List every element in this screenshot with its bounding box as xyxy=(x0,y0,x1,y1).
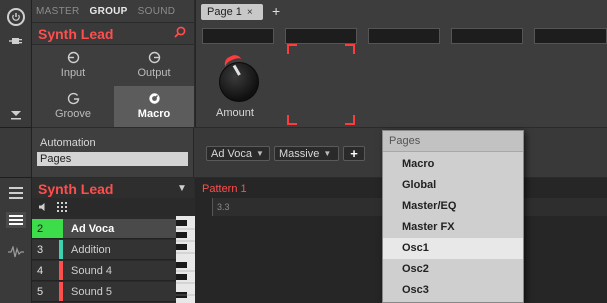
input-label: Input xyxy=(60,67,86,79)
sound-number: 4 xyxy=(37,264,44,277)
automation-pages-field[interactable]: Pages xyxy=(37,152,188,166)
add-plugin-button[interactable]: + xyxy=(343,146,365,161)
sound-number: 3 xyxy=(37,243,44,256)
tab-page-1[interactable]: Page 1 × xyxy=(201,4,263,20)
strip-divider xyxy=(0,127,32,128)
menu-item-global[interactable]: Global xyxy=(383,175,523,196)
channel-tabs: MASTER GROUP SOUND xyxy=(32,0,194,22)
input-icon xyxy=(67,51,80,67)
tab-master[interactable]: MASTER xyxy=(36,6,79,17)
group-header: Synth Lead xyxy=(32,22,194,44)
collapse-icon[interactable] xyxy=(8,108,24,122)
waveform-icon[interactable] xyxy=(7,245,25,259)
amount-label: Amount xyxy=(216,107,254,119)
menu-item-osc1[interactable]: Osc1 xyxy=(383,238,523,259)
selection-corner xyxy=(287,115,297,125)
search-icon[interactable] xyxy=(174,26,186,41)
sound-row[interactable]: 5 Sound 5 xyxy=(32,282,194,302)
macro-button[interactable]: Macro xyxy=(114,86,194,127)
tab-sound[interactable]: SOUND xyxy=(138,6,176,17)
selection-corner xyxy=(345,115,355,125)
macro-slot[interactable] xyxy=(534,28,607,44)
sound-row[interactable]: 4 Sound 4 xyxy=(32,261,194,281)
output-label: Output xyxy=(137,67,171,79)
input-button[interactable]: Input xyxy=(32,45,114,86)
grid-view-icon[interactable] xyxy=(8,186,24,200)
grid-small-icon[interactable] xyxy=(56,201,68,213)
sound-row[interactable]: 2 Ad Voca xyxy=(32,219,194,239)
menu-item-osc3[interactable]: Osc3 xyxy=(383,280,523,301)
plug-icon[interactable] xyxy=(8,34,24,48)
amount-knob[interactable] xyxy=(219,62,259,102)
sound-row[interactable]: 3 Addition xyxy=(32,240,194,260)
list-view-icon[interactable] xyxy=(6,212,26,228)
macro-slot[interactable] xyxy=(285,28,357,44)
groove-icon xyxy=(67,92,80,108)
sound-number: 2 xyxy=(32,219,59,238)
tab-group[interactable]: GROUP xyxy=(89,6,127,17)
plugin-selector-label: Ad Voca xyxy=(211,147,252,160)
macro-icon xyxy=(148,92,161,108)
ruler-position: 3.3 xyxy=(217,202,230,212)
dropdown-arrow-icon: ▼ xyxy=(323,149,332,158)
macro-slot[interactable] xyxy=(368,28,440,44)
menu-item-master-fx[interactable]: Master FX xyxy=(383,217,523,238)
strip-divider xyxy=(0,177,32,178)
groove-label: Groove xyxy=(54,108,92,120)
sound-list-group-name[interactable]: Synth Lead xyxy=(38,181,113,197)
menu-item-master-eq[interactable]: Master/EQ xyxy=(383,196,523,217)
dropdown-arrow-icon: ▼ xyxy=(255,149,264,158)
plugin-selector-massive[interactable]: Massive ▼ xyxy=(274,146,339,161)
group-name[interactable]: Synth Lead xyxy=(38,26,113,42)
macro-slot[interactable] xyxy=(202,28,274,44)
pages-menu-title: Pages xyxy=(383,131,523,152)
sound-name: Sound 4 xyxy=(71,264,112,277)
sound-number: 5 xyxy=(37,285,44,298)
pattern-label[interactable]: Pattern 1 xyxy=(202,183,247,195)
chevron-down-icon[interactable]: ▼ xyxy=(177,183,187,194)
tab-page-1-label: Page 1 xyxy=(207,6,242,18)
power-icon[interactable] xyxy=(7,8,25,26)
output-icon xyxy=(148,51,161,67)
add-page-button[interactable]: + xyxy=(272,3,280,19)
selection-corner xyxy=(345,44,355,54)
selection-corner xyxy=(287,44,297,54)
sound-name: Addition xyxy=(71,243,111,256)
piano-keyboard[interactable] xyxy=(176,216,195,303)
sound-name: Ad Voca xyxy=(71,222,115,235)
plugin-selector-label: Massive xyxy=(279,147,320,160)
sound-name: Sound 5 xyxy=(71,285,112,298)
close-icon[interactable]: × xyxy=(247,7,253,18)
output-button[interactable]: Output xyxy=(114,45,194,86)
speaker-icon[interactable] xyxy=(37,201,49,213)
automation-title: Automation xyxy=(40,137,96,149)
menu-item-osc2[interactable]: Osc2 xyxy=(383,259,523,280)
macro-slot[interactable] xyxy=(451,28,523,44)
plugin-selector-ad-voca[interactable]: Ad Voca ▼ xyxy=(206,146,270,161)
menu-item-macro[interactable]: Macro xyxy=(383,154,523,175)
groove-button[interactable]: Groove xyxy=(32,86,114,127)
macro-label: Macro xyxy=(137,108,171,120)
